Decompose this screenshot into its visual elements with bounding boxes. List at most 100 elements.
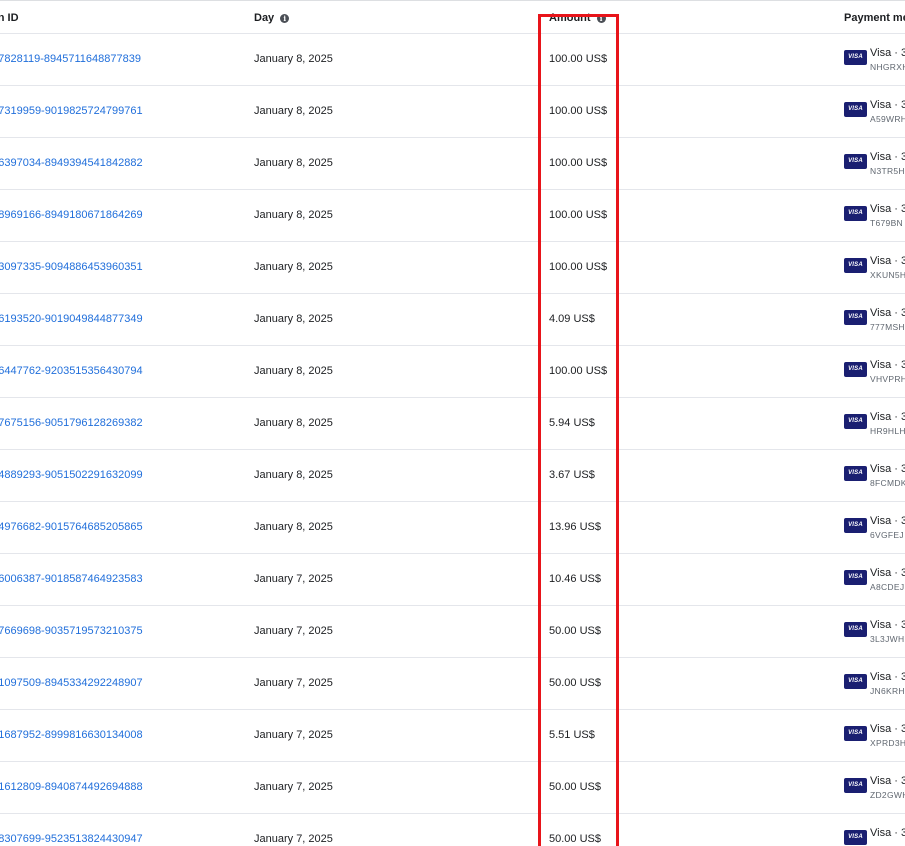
visa-card-icon: VISA xyxy=(844,310,867,325)
visa-card-icon: VISA xyxy=(844,362,867,377)
column-header-transaction-id-label: ion ID xyxy=(0,12,19,24)
table-row: 794976682-9015764685205865 January 8, 202… xyxy=(0,502,905,554)
transaction-day: January 7, 2025 xyxy=(254,833,333,845)
payment-reference: NHGRXH xyxy=(870,62,905,72)
payment-card-label: Visa · 3 xyxy=(870,99,905,111)
visa-card-icon: VISA xyxy=(844,154,867,169)
transaction-day: January 8, 2025 xyxy=(254,365,333,377)
transaction-day: January 8, 2025 xyxy=(254,417,333,429)
payment-card-label: Visa · 3 xyxy=(870,567,905,579)
transaction-day: January 7, 2025 xyxy=(254,677,333,689)
transaction-day: January 7, 2025 xyxy=(254,625,333,637)
transaction-amount: 3.67 US$ xyxy=(549,469,595,481)
column-header-amount[interactable]: Amount i xyxy=(549,1,606,35)
column-header-transaction-id[interactable]: ion ID xyxy=(0,1,19,35)
transaction-id-link[interactable]: 364889293-9051502291632099 xyxy=(0,450,143,501)
transaction-id-link[interactable]: 613097335-9094886453960351 xyxy=(0,242,143,293)
payment-card-label: Visa · 3 xyxy=(870,463,905,475)
transaction-amount: 10.46 US$ xyxy=(549,573,601,585)
transaction-amount: 5.94 US$ xyxy=(549,417,595,429)
visa-card-icon: VISA xyxy=(844,518,867,533)
transactions-table: ion ID Dayi Amounti Payment met 43782811… xyxy=(0,0,905,846)
transaction-id-link[interactable]: 456193520-9019049844877349 xyxy=(0,294,143,345)
payment-reference: N3TR5H xyxy=(870,166,905,176)
table-row: 871097509-8945334292248907 January 7, 202… xyxy=(0,658,905,710)
visa-card-icon: VISA xyxy=(844,674,867,689)
table-row: 638307699-9523513824430947 January 7, 202… xyxy=(0,814,905,846)
table-body: 437828119-8945711648877839 January 8, 202… xyxy=(0,34,905,846)
payment-card-label: Visa · 3 xyxy=(870,723,905,735)
transaction-amount: 100.00 US$ xyxy=(549,261,608,273)
visa-card-icon: VISA xyxy=(844,778,867,793)
transaction-day: January 7, 2025 xyxy=(254,573,333,585)
transaction-id-link[interactable]: 378969166-8949180671864269 xyxy=(0,190,143,241)
transaction-id-link[interactable]: 676447762-9203515356430794 xyxy=(0,346,143,397)
transaction-id-link[interactable]: 067675156-9051796128269382 xyxy=(0,398,143,449)
payment-reference: A8CDEJ xyxy=(870,582,905,592)
table-row: 378969166-8949180671864269 January 8, 202… xyxy=(0,190,905,242)
transaction-id-link[interactable]: 871612809-8940874492694888 xyxy=(0,762,143,813)
table-row: 871612809-8940874492694888 January 7, 202… xyxy=(0,762,905,814)
transaction-id-link[interactable]: 761687952-8999816630134008 xyxy=(0,710,143,761)
transaction-amount: 4.09 US$ xyxy=(549,313,595,325)
table-header: ion ID Dayi Amounti Payment met xyxy=(0,0,905,34)
payment-reference: ZD2GWH xyxy=(870,790,905,800)
payment-card-label: Visa · 3 xyxy=(870,151,905,163)
payment-card-label: Visa · 3 xyxy=(870,203,905,215)
payment-card-label: Visa · 3 xyxy=(870,619,905,631)
transaction-amount: 100.00 US$ xyxy=(549,105,608,117)
transaction-amount: 5.51 US$ xyxy=(549,729,595,741)
column-header-payment-method[interactable]: Payment met xyxy=(844,1,905,35)
transaction-day: January 8, 2025 xyxy=(254,53,333,65)
transaction-amount: 50.00 US$ xyxy=(549,833,601,845)
transaction-id-link[interactable]: 037319959-9019825724799761 xyxy=(0,86,143,137)
payment-card-label: Visa · 3 xyxy=(870,255,905,267)
table-row: 613097335-9094886453960351 January 8, 202… xyxy=(0,242,905,294)
payment-reference: T679BN xyxy=(870,218,903,228)
transaction-id-link[interactable]: 871097509-8945334292248907 xyxy=(0,658,143,709)
transaction-amount: 100.00 US$ xyxy=(549,53,608,65)
transaction-id-link[interactable]: 437828119-8945711648877839 xyxy=(0,34,141,85)
transaction-amount: 100.00 US$ xyxy=(549,365,608,377)
transaction-amount: 50.00 US$ xyxy=(549,781,601,793)
payment-reference: 8FCMDK xyxy=(870,478,905,488)
table-row: 067675156-9051796128269382 January 8, 202… xyxy=(0,398,905,450)
column-header-day[interactable]: Day i xyxy=(254,1,290,35)
table-row: 836006387-9018587464923583 January 7, 202… xyxy=(0,554,905,606)
payment-reference: JN6KRH xyxy=(870,686,905,696)
transaction-day: January 8, 2025 xyxy=(254,209,333,221)
transaction-day: January 8, 2025 xyxy=(254,469,333,481)
transaction-id-link[interactable]: 836006387-9018587464923583 xyxy=(0,554,143,605)
column-header-day-label: Day xyxy=(254,12,275,24)
transaction-amount: 100.00 US$ xyxy=(549,209,608,221)
visa-card-icon: VISA xyxy=(844,206,867,221)
transaction-day: January 8, 2025 xyxy=(254,105,333,117)
table-row: 437828119-8945711648877839 January 8, 202… xyxy=(0,34,905,86)
transaction-id-link[interactable]: 638307699-9523513824430947 xyxy=(0,814,143,846)
transaction-amount: 100.00 US$ xyxy=(549,157,608,169)
visa-card-icon: VISA xyxy=(844,726,867,741)
table-row: 036397034-8949394541842882 January 8, 202… xyxy=(0,138,905,190)
payment-reference: VHVPRH xyxy=(870,374,905,384)
visa-card-icon: VISA xyxy=(844,830,867,845)
transaction-id-link[interactable]: 036397034-8949394541842882 xyxy=(0,138,143,189)
info-icon[interactable]: i xyxy=(280,14,290,23)
payment-reference: A59WRH xyxy=(870,114,905,124)
payment-card-label: Visa · 3 xyxy=(870,359,905,371)
transaction-day: January 8, 2025 xyxy=(254,261,333,273)
visa-card-icon: VISA xyxy=(844,622,867,637)
transaction-id-link[interactable]: 317669698-9035719573210375 xyxy=(0,606,143,657)
payment-card-label: Visa · 3 xyxy=(870,515,905,527)
visa-card-icon: VISA xyxy=(844,414,867,429)
table-row: 037319959-9019825724799761 January 8, 202… xyxy=(0,86,905,138)
transaction-amount: 13.96 US$ xyxy=(549,521,601,533)
payment-card-label: Visa · 3 xyxy=(870,827,905,839)
transaction-id-link[interactable]: 794976682-9015764685205865 xyxy=(0,502,143,553)
payment-reference: 777MSH xyxy=(870,322,905,332)
visa-card-icon: VISA xyxy=(844,570,867,585)
table-row: 317669698-9035719573210375 January 7, 202… xyxy=(0,606,905,658)
info-icon[interactable]: i xyxy=(596,14,606,23)
transaction-day: January 7, 2025 xyxy=(254,781,333,793)
table-row: 364889293-9051502291632099 January 8, 202… xyxy=(0,450,905,502)
transaction-amount: 50.00 US$ xyxy=(549,677,601,689)
